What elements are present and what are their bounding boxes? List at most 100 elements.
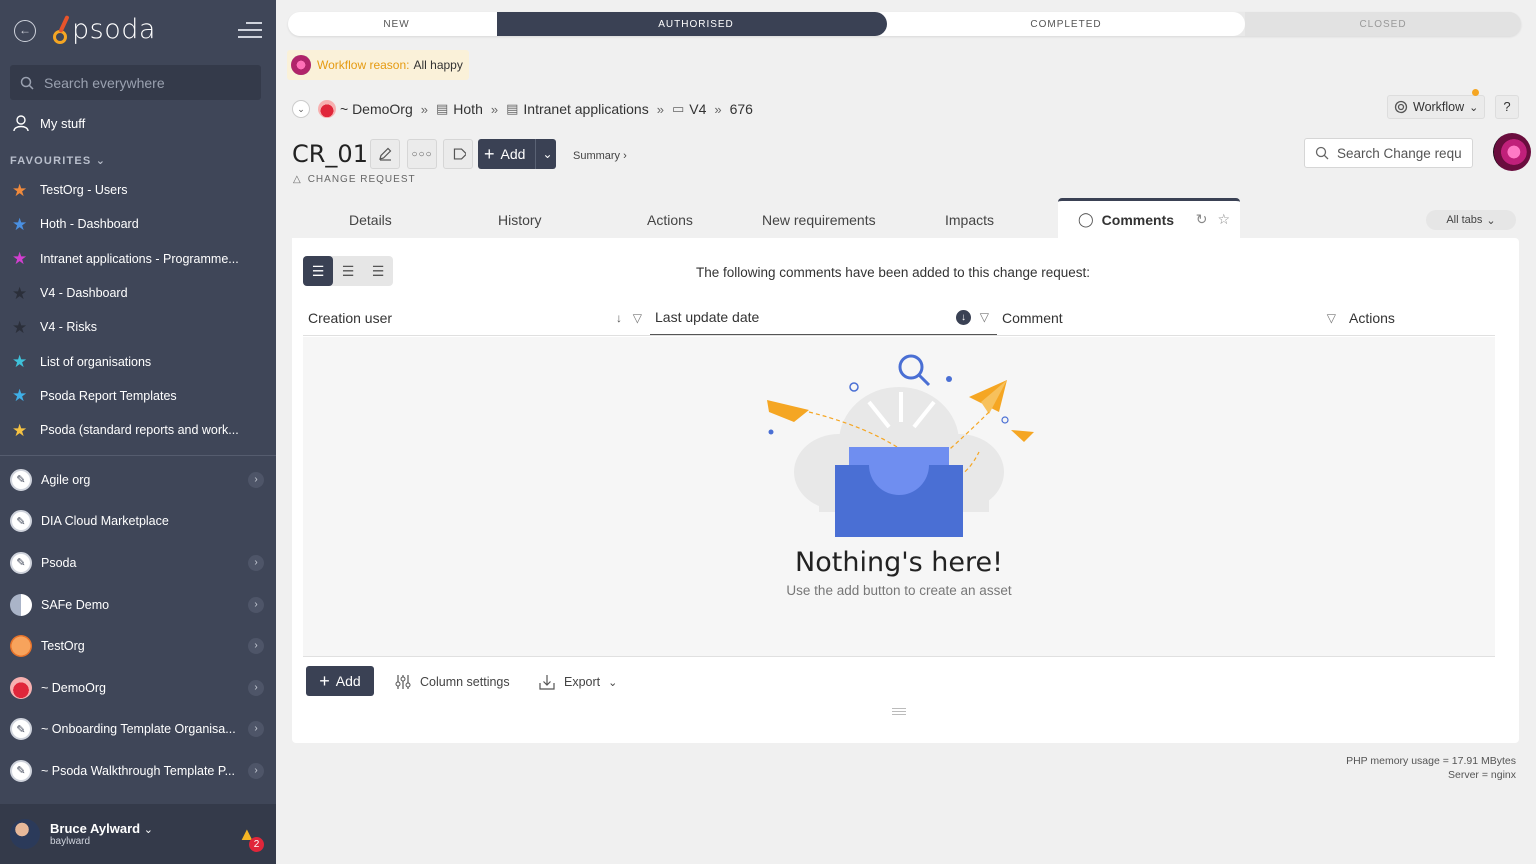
workflow-step-authorised[interactable]: AUTHORISED	[497, 12, 887, 36]
empty-state: Nothing's here! Use the add button to cr…	[303, 337, 1495, 657]
view-compact-icon[interactable]: ☰	[333, 256, 363, 286]
organisation-item[interactable]: SAFe Demo ›	[0, 584, 276, 626]
tab-bar: Details History Actions New requirements…	[292, 198, 1520, 238]
star-icon[interactable]: ☆	[1217, 211, 1230, 228]
workflow-step-new[interactable]: NEW	[288, 12, 505, 36]
avatar[interactable]	[1493, 133, 1531, 171]
asset-search-input[interactable]	[1337, 145, 1467, 161]
favourite-item[interactable]: ★ Hoth - Dashboard	[0, 207, 276, 241]
all-tabs-button[interactable]: All tabs ⌄	[1426, 210, 1516, 230]
workflow-alert-dot	[1472, 89, 1479, 96]
filter-icon[interactable]: ▽	[1327, 311, 1336, 325]
workflow-step-closed[interactable]: CLOSED	[1245, 12, 1521, 36]
workflow-step-completed[interactable]: COMPLETED	[875, 12, 1245, 36]
chevron-right-icon: ›	[623, 150, 627, 162]
chevron-right-icon[interactable]: ›	[248, 596, 264, 613]
tab-new-requirements[interactable]: New requirements	[762, 212, 876, 228]
resize-handle-icon[interactable]	[892, 708, 906, 716]
breadcrumb: ⌄ ~ DemoOrg » ▤ Hoth » ▤ Intranet applic…	[292, 100, 753, 118]
logo-text: psoda	[72, 14, 156, 45]
add-dropdown-button[interactable]: + Add ⌄	[478, 139, 556, 169]
sidebar-search	[10, 65, 261, 100]
breadcrumb-item-v4[interactable]: V4	[689, 101, 706, 117]
chevron-right-icon[interactable]: ›	[248, 471, 264, 488]
favourite-item[interactable]: ★ TestOrg - Users	[0, 173, 276, 207]
favourite-item[interactable]: ★ List of organisations	[0, 344, 276, 378]
summary-link[interactable]: Summary ›	[573, 150, 627, 162]
breadcrumb-separator: »	[714, 101, 722, 117]
user-name: Bruce Aylward ⌄	[50, 821, 153, 836]
organisation-item[interactable]: ✎ DIA Cloud Marketplace	[0, 501, 276, 543]
help-button[interactable]: ?	[1495, 95, 1519, 119]
column-settings-label: Column settings	[420, 675, 510, 689]
star-icon: ★	[12, 420, 28, 440]
tab-details[interactable]: Details	[349, 212, 392, 228]
tab-actions[interactable]: Actions	[647, 212, 693, 228]
chevron-down-icon: ⌄	[95, 155, 107, 167]
notifications-button[interactable]: ▲ 2	[238, 824, 264, 852]
tab-comments-label: Comments	[1101, 211, 1175, 228]
add-comment-label: Add	[335, 673, 361, 689]
back-icon[interactable]: ←	[14, 20, 36, 42]
star-icon: ★	[12, 352, 28, 372]
workflow-button[interactable]: Workflow ⌄	[1387, 95, 1486, 119]
chevron-right-icon[interactable]: ›	[248, 638, 264, 655]
filter-icon[interactable]: ▽	[980, 310, 989, 324]
export-button[interactable]: Export ⌄	[538, 673, 617, 691]
more-options-button[interactable]: ○○○	[407, 139, 437, 169]
organisation-item[interactable]: ✎ ~ Psoda Walkthrough Template P... ›	[0, 750, 276, 792]
organisation-item[interactable]: ✎ Agile org ›	[0, 459, 276, 501]
favourite-item[interactable]: ★ Psoda Report Templates	[0, 379, 276, 413]
breadcrumb-item-hoth[interactable]: Hoth	[453, 101, 483, 117]
tab-impacts[interactable]: Impacts	[945, 212, 994, 228]
collapse-menu-icon[interactable]	[238, 22, 262, 43]
breadcrumb-item-intranet[interactable]: Intranet applications	[523, 101, 648, 117]
favourite-item[interactable]: ★ Intranet applications - Programme...	[0, 242, 276, 276]
view-comfortable-icon[interactable]: ☰	[303, 256, 333, 286]
sort-icon[interactable]: ↓	[616, 311, 622, 325]
breadcrumb-dropdown-icon[interactable]: ⌄	[292, 100, 310, 118]
chevron-right-icon[interactable]: ›	[248, 762, 264, 779]
plus-icon: +	[484, 144, 495, 164]
tab-comments[interactable]: ◯ Comments ↻ ☆	[1058, 198, 1240, 238]
column-comment[interactable]: Comment ▽	[997, 300, 1344, 335]
tab-history[interactable]: History	[498, 212, 542, 228]
my-stuff-link[interactable]: My stuff	[12, 114, 85, 132]
filter-icon[interactable]: ▽	[633, 311, 642, 325]
column-settings-button[interactable]: Column settings	[394, 673, 510, 691]
user-panel[interactable]: Bruce Aylward ⌄ baylward ▲ 2	[0, 804, 276, 864]
breadcrumb-separator: »	[420, 101, 428, 117]
organisation-item[interactable]: ✎ ~ Onboarding Template Organisa... ›	[0, 709, 276, 751]
server-name: Server = nginx	[1448, 769, 1516, 781]
organisation-item[interactable]: ✎ Psoda ›	[0, 542, 276, 584]
org-logo-icon	[10, 635, 32, 658]
asset-search	[1304, 138, 1473, 168]
psoda-logo[interactable]: psoda	[52, 14, 156, 45]
avatar[interactable]	[10, 819, 40, 849]
chevron-right-icon[interactable]: ›	[248, 679, 264, 696]
sort-desc-icon[interactable]: ↓	[956, 309, 971, 325]
organisation-item[interactable]: ~ DemoOrg ›	[0, 667, 276, 709]
star-icon: ★	[12, 317, 28, 337]
favourites-heading[interactable]: FAVOURITES ⌄	[10, 154, 106, 167]
breadcrumb-org[interactable]: ~ DemoOrg	[340, 101, 413, 117]
edit-button[interactable]	[370, 139, 400, 169]
chevron-right-icon[interactable]: ›	[248, 721, 264, 738]
favourite-item[interactable]: ★ V4 - Dashboard	[0, 276, 276, 310]
column-creation-user[interactable]: Creation user ↓ ▽	[303, 300, 650, 335]
organisation-label: Agile org	[41, 472, 91, 487]
my-stuff-label: My stuff	[40, 115, 86, 131]
organisation-item[interactable]: TestOrg ›	[0, 625, 276, 667]
add-comment-button[interactable]: + Add	[306, 666, 374, 696]
view-dense-icon[interactable]: ☰	[363, 256, 393, 286]
favourite-label: Psoda (standard reports and work...	[40, 423, 239, 438]
pen-icon: ✎	[10, 468, 32, 491]
refresh-icon[interactable]: ↻	[1196, 211, 1208, 228]
favourite-item[interactable]: ★ Psoda (standard reports and work...	[0, 413, 276, 447]
favourite-item[interactable]: ★ V4 - Risks	[0, 310, 276, 344]
chevron-right-icon[interactable]: ›	[248, 554, 264, 571]
sidebar-search-input[interactable]	[44, 74, 244, 91]
column-last-update-date[interactable]: Last update date ↓ ▽	[650, 300, 997, 335]
sidebar-divider	[0, 455, 276, 456]
tag-button[interactable]	[443, 139, 473, 169]
